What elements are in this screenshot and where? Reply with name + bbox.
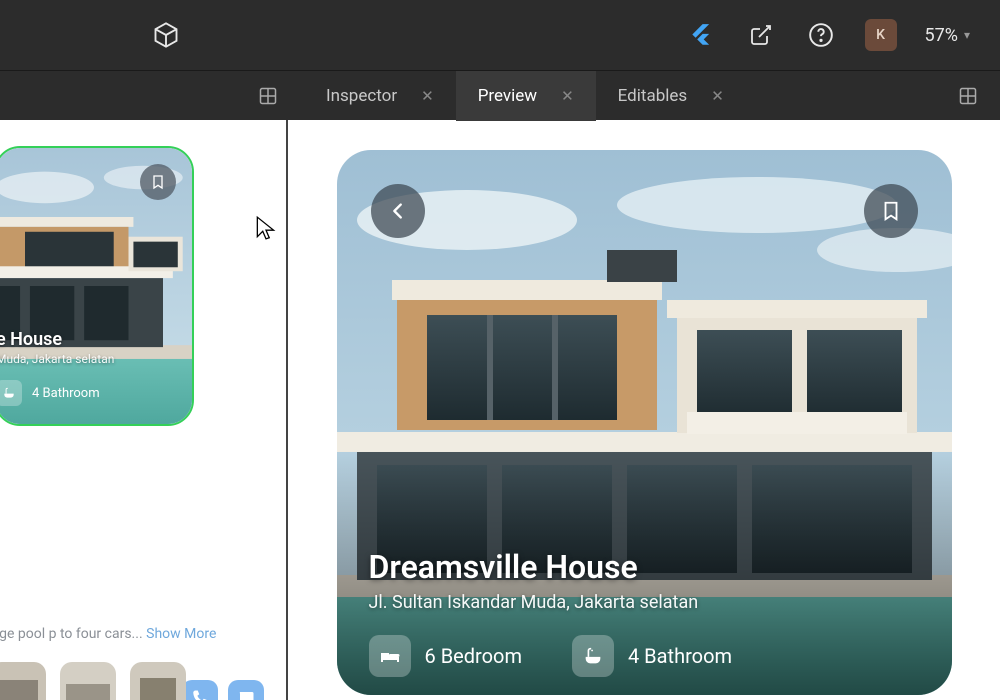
top-toolbar: K 57% ▾ [0, 0, 1000, 70]
bath-icon [572, 635, 614, 677]
thumbnail[interactable] [0, 662, 46, 700]
selected-frame[interactable]: e House Muda, Jakarta selatan 4 Bathroom [0, 146, 194, 426]
listing-card[interactable]: Dreamsville House Jl. Sultan Iskandar Mu… [337, 150, 952, 695]
tab-inspector[interactable]: Inspector ✕ [304, 71, 456, 121]
close-icon[interactable]: ✕ [561, 87, 574, 105]
external-link-icon[interactable] [745, 19, 777, 51]
back-button[interactable] [371, 184, 425, 238]
tab-label: Inspector [326, 86, 397, 106]
tab-label: Editables [618, 86, 688, 106]
tab-label: Preview [478, 86, 537, 106]
tab-preview[interactable]: Preview ✕ [456, 71, 596, 121]
phone-button[interactable] [182, 680, 218, 700]
thumbnail[interactable] [60, 662, 116, 700]
help-icon[interactable] [805, 19, 837, 51]
card-overlay: e House Muda, Jakarta selatan 4 Bathroom [0, 329, 192, 424]
cube-icon[interactable] [150, 19, 182, 51]
bathroom-count: 4 Bathroom [628, 644, 732, 668]
preview-canvas: Dreamsville House Jl. Sultan Iskandar Mu… [288, 120, 1000, 700]
chevron-down-icon: ▾ [964, 28, 970, 42]
bookmark-button[interactable] [864, 184, 918, 238]
bedroom-stat: 6 Bedroom [369, 635, 522, 677]
user-avatar[interactable]: K [865, 19, 897, 51]
side-panel: e House Muda, Jakarta selatan 4 Bathroom… [0, 120, 288, 700]
close-icon[interactable]: ✕ [711, 87, 724, 105]
workspace: e House Muda, Jakarta selatan 4 Bathroom… [0, 120, 1000, 700]
description-text: has a modern design, has a large pool p … [0, 625, 272, 645]
bookmark-icon[interactable] [140, 164, 176, 200]
listing-title: Dreamsville House [369, 548, 920, 586]
bedroom-count: 6 Bedroom [425, 644, 522, 668]
bathroom-count-small: 4 Bathroom [32, 386, 100, 401]
listing-address: Jl. Sultan Iskandar Muda, Jakarta selata… [369, 592, 920, 613]
bath-icon [0, 380, 22, 406]
zoom-control[interactable]: 57% ▾ [925, 25, 970, 46]
zoom-value: 57% [925, 25, 958, 46]
thumbnail[interactable] [130, 662, 186, 700]
tab-editables[interactable]: Editables ✕ [596, 71, 746, 121]
listing-title-small: e House [0, 329, 192, 350]
tab-bar: Inspector ✕ Preview ✕ Editables ✕ [0, 70, 1000, 120]
listing-address-small: Muda, Jakarta selatan [0, 352, 192, 366]
close-icon[interactable]: ✕ [421, 87, 434, 105]
bathroom-stat: 4 Bathroom [572, 635, 732, 677]
flutter-icon[interactable] [685, 19, 717, 51]
show-more-link[interactable]: Show More [146, 626, 216, 642]
message-button[interactable] [228, 680, 264, 700]
bed-icon [369, 635, 411, 677]
grid-left-icon[interactable] [250, 78, 286, 114]
grid-right-icon[interactable] [950, 78, 986, 114]
card-overlay: Dreamsville House Jl. Sultan Iskandar Mu… [369, 548, 920, 677]
gallery-thumbnails [0, 662, 186, 700]
